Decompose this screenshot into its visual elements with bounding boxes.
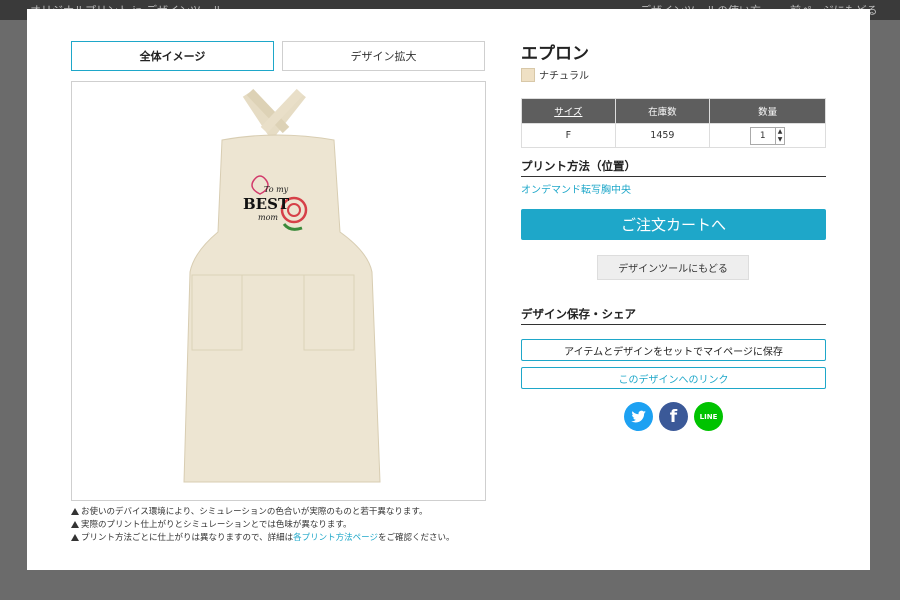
cart-button[interactable]: ご注文カートへ xyxy=(521,209,826,240)
warning-icon xyxy=(71,521,79,528)
warning-icon xyxy=(71,508,79,515)
print-method-link[interactable]: オンデマンド転写胸中央 xyxy=(521,181,631,196)
size-link[interactable]: サイズ xyxy=(554,107,582,118)
tab-full-image[interactable]: 全体イメージ xyxy=(71,41,274,71)
design-text-1: To my xyxy=(264,185,289,194)
apron-image: To my BEST mom xyxy=(183,88,381,483)
table-row: F 1459 1 ▲ ▼ xyxy=(521,123,826,148)
size-cell: F xyxy=(521,123,616,148)
product-modal: 全体イメージ デザイン拡大 To my BEST mom お使いのデバイス環境に… xyxy=(27,9,870,570)
stock-cell: 1459 xyxy=(614,123,711,148)
back-to-tool-button[interactable]: デザインツールにもどる xyxy=(597,255,749,280)
product-preview: To my BEST mom xyxy=(71,81,486,501)
tab-design-zoom[interactable]: デザイン拡大 xyxy=(282,41,485,71)
quantity-stepper[interactable]: 1 ▲ ▼ xyxy=(749,126,786,145)
print-method-heading: プリント方法（位置） xyxy=(521,158,826,177)
design-link-button[interactable]: このデザインへのリンク xyxy=(521,367,826,389)
size-header[interactable]: サイズ xyxy=(521,98,616,124)
qty-header: 数量 xyxy=(709,98,826,124)
design-text-3: mom xyxy=(258,213,278,222)
print-method-page-link[interactable]: 各プリント方法ページ xyxy=(293,533,378,543)
note-3: プリント方法ごとに仕上がりは異なりますので、詳細は各プリント方法ページをご確認く… xyxy=(71,532,455,545)
note-2: 実際のプリント仕上がりとシミュレーションとでは色味が異なります。 xyxy=(71,519,455,532)
save-to-mypage-button[interactable]: アイテムとデザインをセットでマイページに保存 xyxy=(521,339,826,361)
facebook-icon[interactable]: f xyxy=(659,402,688,431)
color-swatch xyxy=(521,67,535,82)
product-title: エプロン xyxy=(521,44,589,64)
twitter-icon[interactable] xyxy=(624,402,653,431)
qty-cell: 1 ▲ ▼ xyxy=(709,123,826,148)
design-text-2: BEST xyxy=(243,195,290,213)
note-1: お使いのデバイス環境により、シミュレーションの色合いが実際のものと若干異なります… xyxy=(71,506,455,519)
line-icon[interactable]: LINE xyxy=(694,402,723,431)
stock-table: サイズ 在庫数 数量 F 1459 1 ▲ ▼ xyxy=(521,98,826,148)
warning-icon xyxy=(71,534,79,541)
color-info: ナチュラル xyxy=(521,67,589,82)
stock-header: 在庫数 xyxy=(614,98,711,124)
quantity-input[interactable]: 1 xyxy=(751,131,775,141)
color-name: ナチュラル xyxy=(539,71,589,82)
increment-icon[interactable]: ▲ xyxy=(776,128,785,136)
decrement-icon[interactable]: ▼ xyxy=(776,136,785,144)
notes: お使いのデバイス環境により、シミュレーションの色合いが実際のものと若干異なります… xyxy=(71,506,455,545)
save-share-heading: デザイン保存・シェア xyxy=(521,306,826,325)
